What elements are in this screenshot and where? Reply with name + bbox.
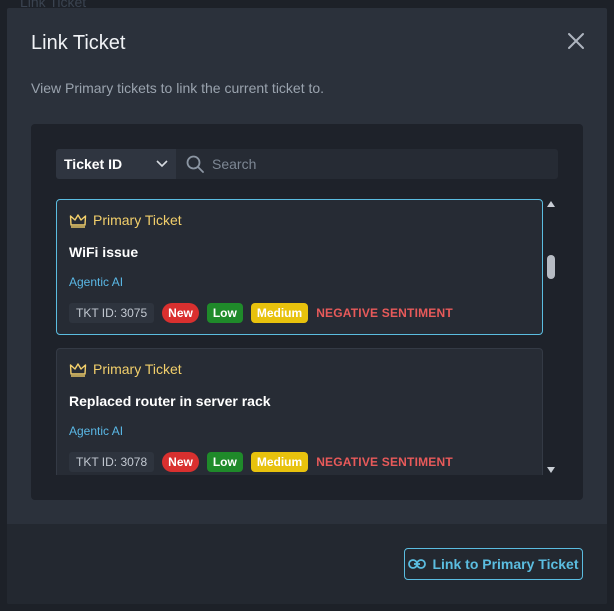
link-button-label: Link to Primary Ticket (432, 556, 579, 572)
ticket-id-badge: TKT ID: 3078 (69, 452, 155, 472)
impact-badge: Medium (250, 303, 309, 323)
ticket-title: WiFi issue (69, 244, 139, 260)
link-ticket-modal: Link Ticket View Primary tickets to link… (7, 8, 607, 604)
ticket-tags: TKT ID: 3078 New Low Medium NEGATIVE SEN… (69, 452, 453, 472)
filter-row: Ticket ID (56, 149, 558, 179)
scroll-down-icon[interactable] (546, 465, 556, 475)
search-icon (186, 155, 204, 173)
crown-icon (69, 362, 87, 377)
close-icon (568, 33, 584, 49)
scroll-up-icon[interactable] (546, 199, 556, 209)
ticket-card[interactable]: Primary Ticket Replaced router in server… (56, 348, 543, 475)
search-box (176, 149, 558, 179)
status-badge: New (162, 303, 199, 323)
ticket-id-select[interactable]: Ticket ID (56, 149, 176, 179)
search-input[interactable] (212, 156, 512, 172)
ticket-team: Agentic AI (69, 424, 124, 438)
modal-description: View Primary tickets to link the current… (31, 80, 325, 96)
crown-icon (69, 213, 87, 228)
primary-ticket-label: Primary Ticket (93, 212, 182, 228)
ticket-list: Primary Ticket WiFi issue Agentic AI TKT… (56, 199, 543, 475)
ticket-tags: TKT ID: 3075 New Low Medium NEGATIVE SEN… (69, 303, 453, 323)
modal-footer: Link to Primary Ticket (7, 524, 607, 604)
close-button[interactable] (565, 30, 587, 52)
select-label: Ticket ID (64, 156, 123, 172)
sentiment-label: NEGATIVE SENTIMENT (316, 306, 453, 320)
ticket-panel: Ticket ID Primary Ticket WiFi issue Agen… (31, 124, 583, 500)
priority-badge: Low (206, 452, 243, 472)
primary-ticket-label: Primary Ticket (93, 361, 182, 377)
link-to-primary-button[interactable]: Link to Primary Ticket (404, 548, 583, 580)
impact-badge: Medium (250, 452, 309, 472)
modal-header: Link Ticket (7, 8, 607, 78)
priority-badge: Low (206, 303, 243, 323)
ticket-team: Agentic AI (69, 275, 124, 289)
link-icon (408, 559, 427, 569)
scrollbar-thumb[interactable] (547, 255, 555, 279)
chevron-down-icon (156, 160, 168, 168)
sentiment-label: NEGATIVE SENTIMENT (316, 455, 453, 469)
ticket-card[interactable]: Primary Ticket WiFi issue Agentic AI TKT… (56, 199, 543, 335)
card-header: Primary Ticket (69, 361, 182, 377)
card-header: Primary Ticket (69, 212, 182, 228)
modal-title: Link Ticket (31, 32, 126, 54)
ticket-title: Replaced router in server rack (69, 393, 271, 409)
ticket-id-badge: TKT ID: 3075 (69, 303, 155, 323)
list-scrollbar[interactable] (545, 199, 557, 475)
status-badge: New (162, 452, 199, 472)
